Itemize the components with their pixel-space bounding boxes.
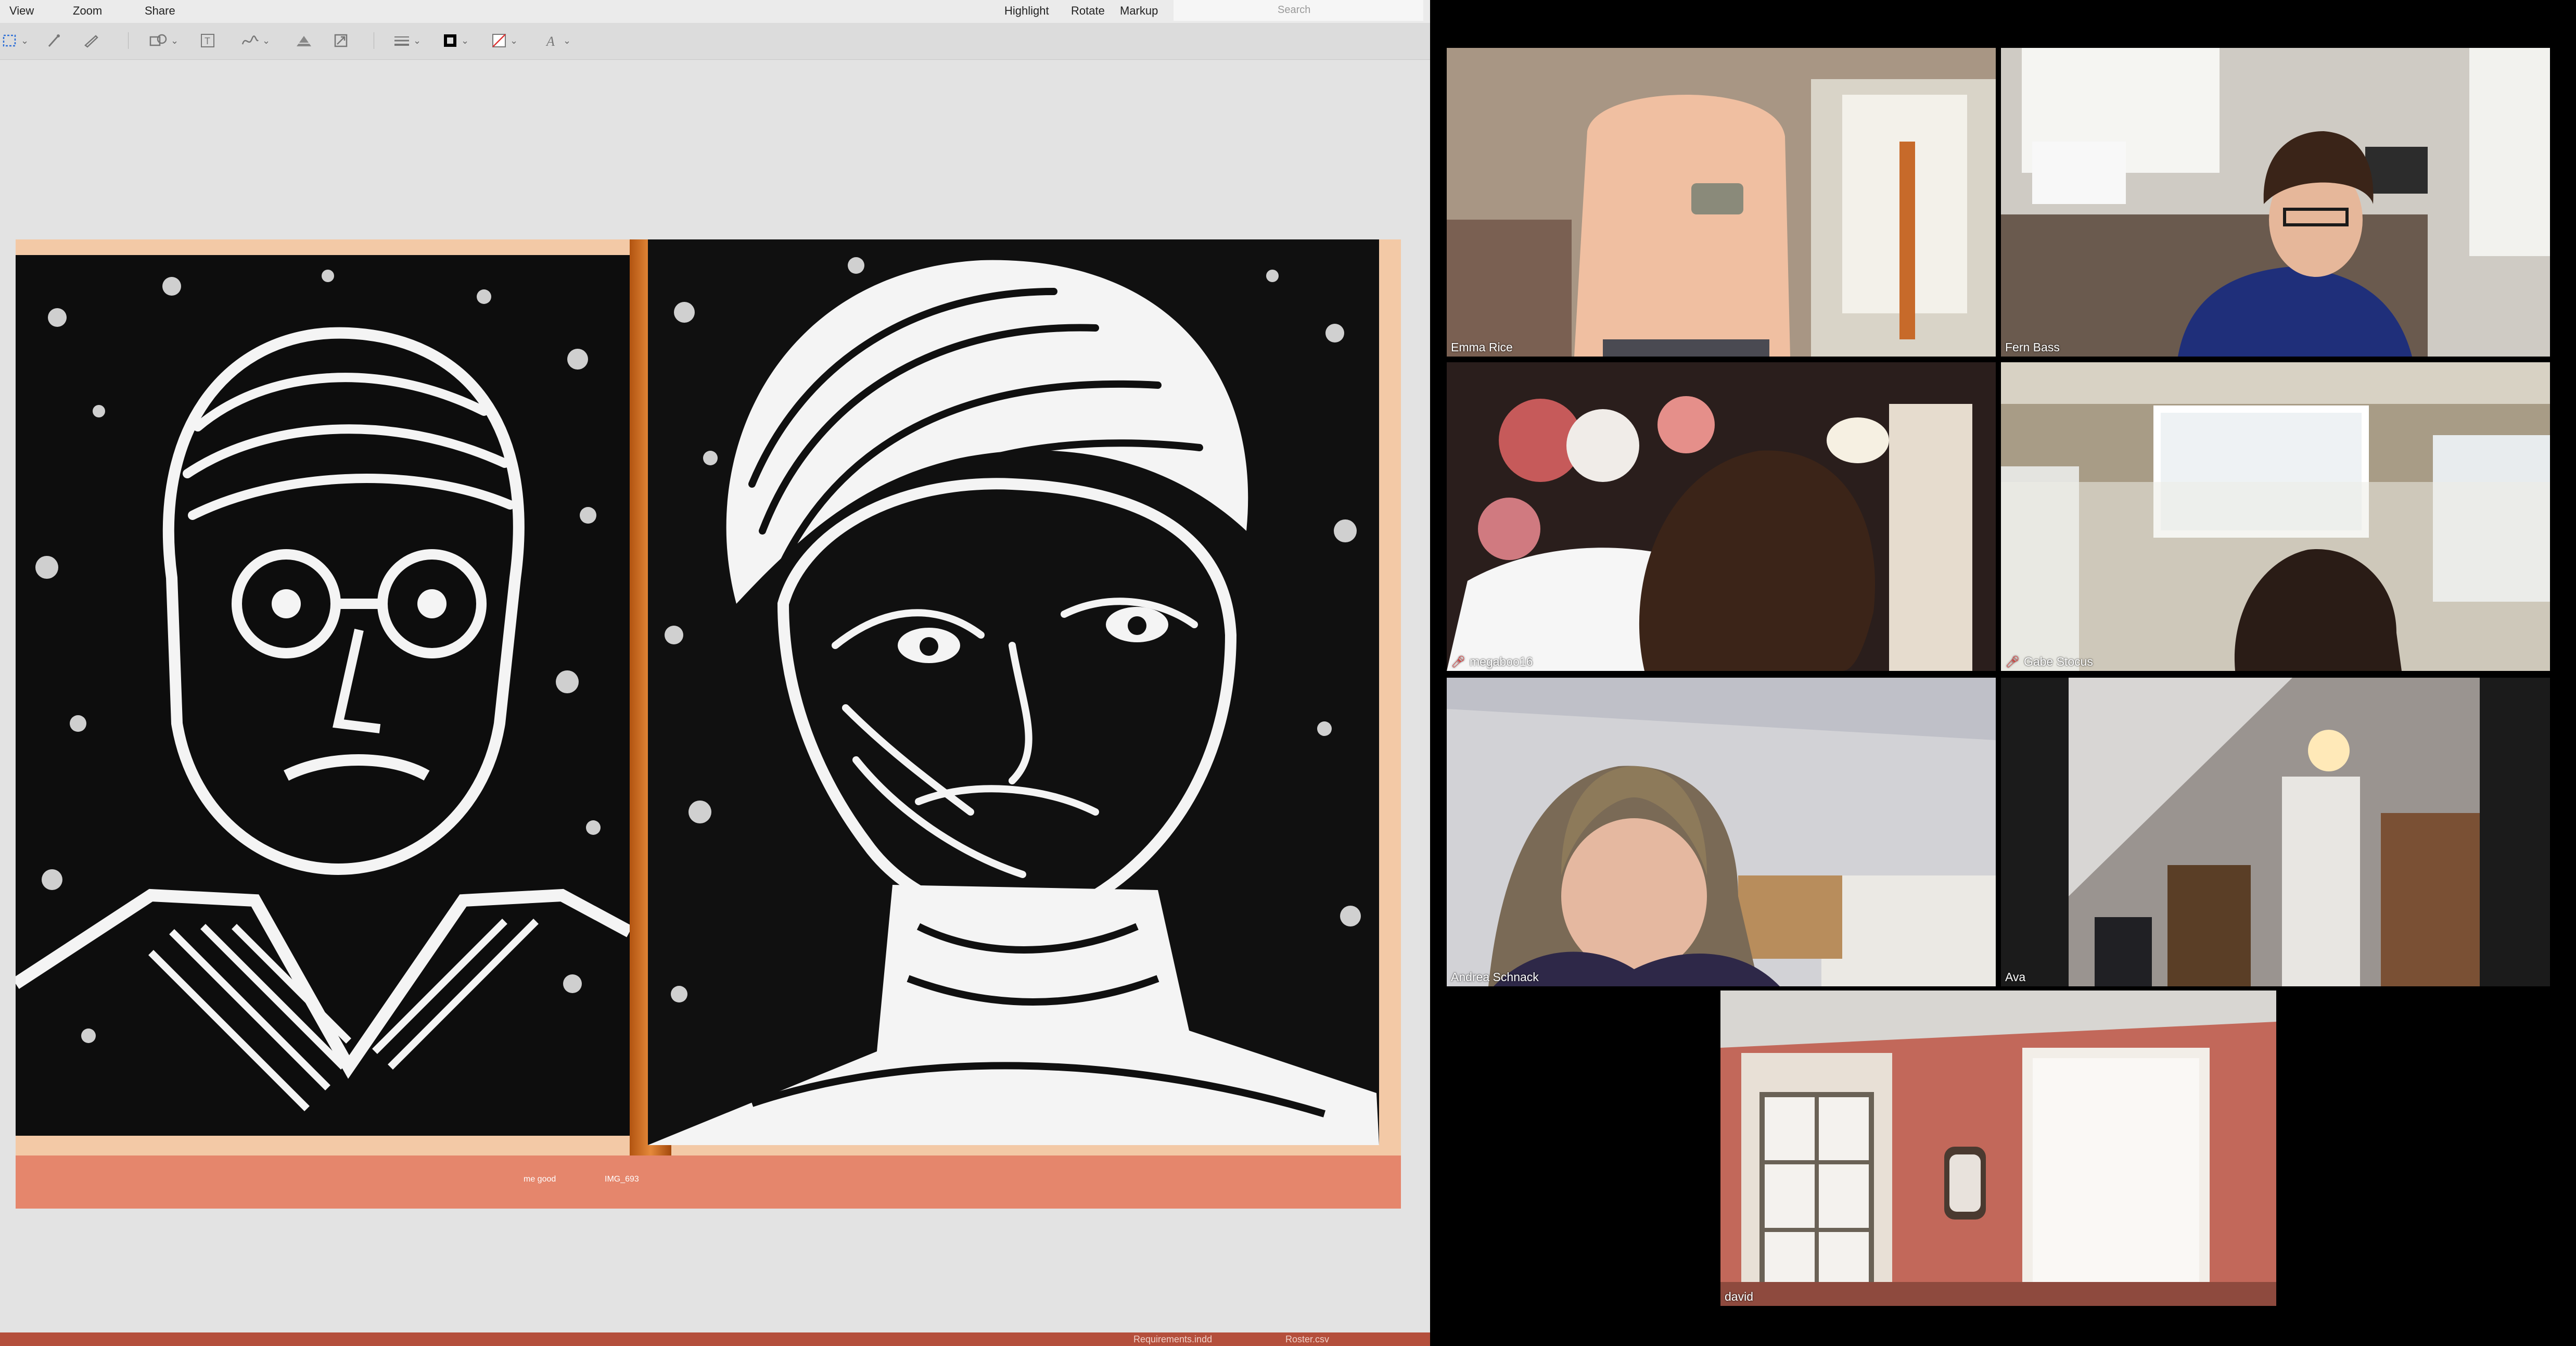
video-feed [1447,362,1996,671]
video-tile-active-speaker[interactable]: david [1720,991,2276,1306]
text-box-icon[interactable]: T [200,30,215,51]
text-style-icon[interactable]: A ⌄ [544,30,571,51]
participant-label: Gabe Stocus [2023,655,2093,668]
video-feed [1720,991,2276,1306]
muted-mic-icon: 🎤︎ [1451,655,1465,668]
menu-view[interactable]: View [9,4,34,18]
video-tile[interactable]: Emma Rice [1447,48,1996,357]
left-portrait-print [16,255,633,1136]
sign-icon[interactable]: ⌄ [240,30,270,51]
file-caption: me good [524,1175,556,1184]
menu-share[interactable]: Share [145,4,175,18]
preview-window: View Zoom Share Highlight Rotate Markup … [0,0,1430,1332]
participant-label: Emma Rice [1451,340,1513,354]
participant-label: megaboo16 [1469,655,1533,668]
search-placeholder: Search [1278,4,1311,16]
video-feed [2001,48,2550,357]
participant-name: david [1725,1290,1753,1304]
magic-wand-icon[interactable] [46,30,61,51]
search-input[interactable]: Search [1174,0,1423,21]
border-color-icon[interactable]: ⌄ [442,30,469,51]
video-tile[interactable]: Fern Bass [2001,48,2550,357]
svg-text:T: T [205,36,210,46]
right-portrait-print [648,239,1379,1145]
fill-color-icon[interactable]: ⌄ [491,30,518,51]
video-feed [1447,678,1996,986]
adjust-color-icon[interactable] [295,30,313,51]
menu-zoom[interactable]: Zoom [73,4,102,18]
adjust-size-icon[interactable] [333,30,349,51]
video-feed [2001,362,2550,671]
shape-style-icon[interactable]: ⌄ [393,30,421,51]
image-bottom-strip [16,1155,1401,1209]
markup-button[interactable]: Markup [1120,4,1158,18]
video-tile[interactable]: 🎤︎ Gabe Stocus [2001,362,2550,671]
document-canvas: me good IMG_693 [0,60,1430,1332]
video-feed [2001,678,2550,986]
muted-mic-icon: 🎤︎ [2005,655,2020,668]
participant-name: Ava [2005,970,2025,984]
rect-selection-icon[interactable]: ⌄ [2,30,29,51]
document-image: me good IMG_693 [16,239,1401,1209]
participant-label: Fern Bass [2005,340,2060,354]
toolbar-separator [128,32,129,49]
highlight-button[interactable]: Highlight [1004,4,1049,18]
dock-strip: Requirements.indd Roster.csv [0,1332,1430,1346]
participant-name: 🎤︎ megaboo16 [1451,655,1533,669]
participant-label: Ava [2005,970,2026,984]
dock-item[interactable]: Requirements.indd [1133,1334,1212,1345]
dock-item[interactable]: Roster.csv [1285,1334,1329,1345]
participant-label: david [1725,1290,1753,1303]
menu-bar: View Zoom Share Highlight Rotate Markup … [0,0,1430,23]
video-tile[interactable]: Ava [2001,678,2550,986]
sketch-icon[interactable] [83,30,99,51]
participant-name: Fern Bass [2005,340,2060,354]
participant-name: Andrea Schnack [1451,970,1539,984]
file-caption: IMG_693 [605,1175,639,1184]
svg-text:A: A [545,34,555,48]
markup-toolbar: ⌄ ⌄ T ⌄ ⌄ ⌄ ⌄ A ⌄ [0,23,1430,60]
participant-name: 🎤︎ Gabe Stocus [2005,655,2093,669]
shapes-icon[interactable]: ⌄ [149,30,178,51]
video-tile[interactable]: 🎤︎ megaboo16 [1447,362,1996,671]
participant-name: Emma Rice [1451,340,1513,354]
video-feed [1447,48,1996,357]
participant-label: Andrea Schnack [1451,970,1539,984]
video-tile[interactable]: Andrea Schnack [1447,678,1996,986]
rotate-button[interactable]: Rotate [1071,4,1105,18]
